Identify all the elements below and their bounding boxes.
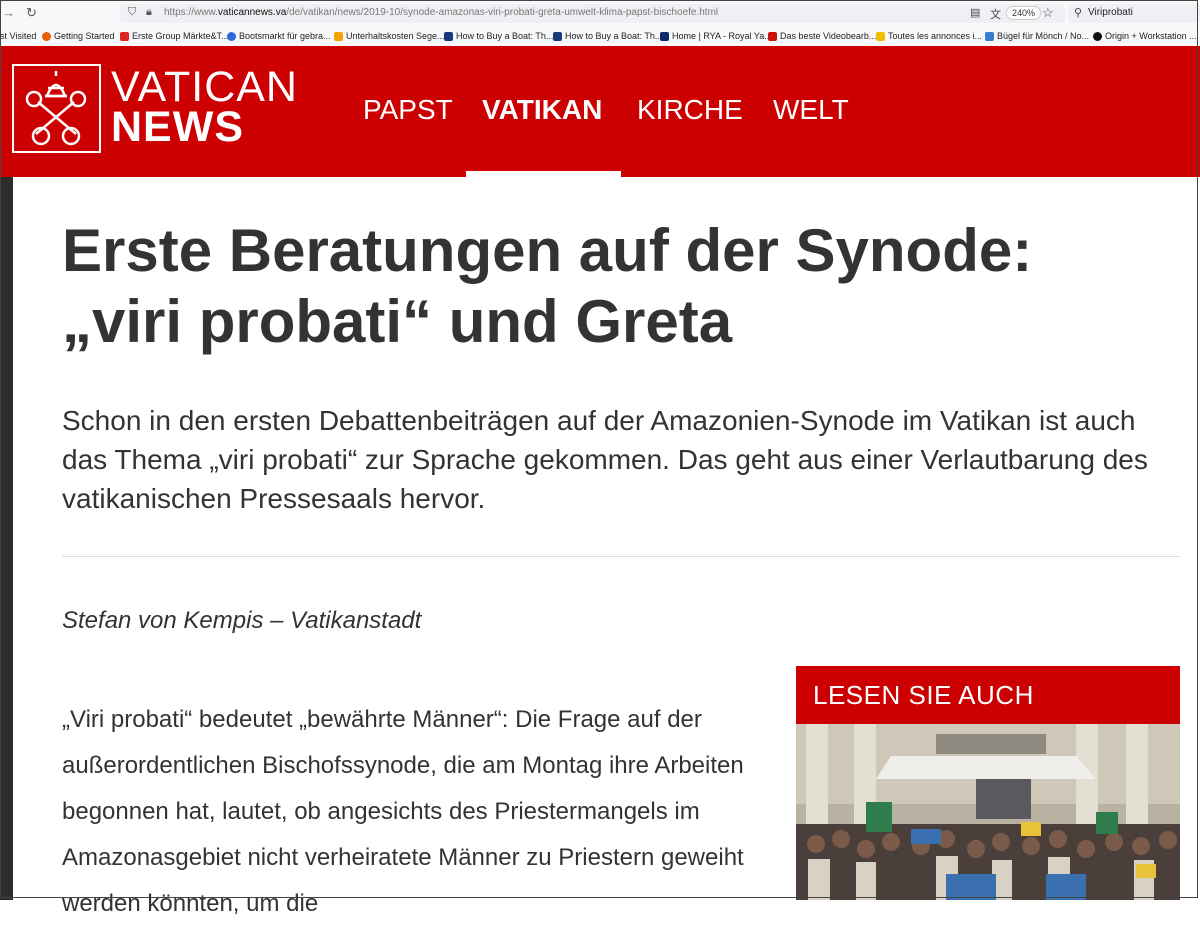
reader-view-icon[interactable]: ▤ (970, 6, 980, 19)
url-text[interactable]: https://www.vaticannews.va/de/vatikan/ne… (164, 7, 718, 18)
origin-icon (1093, 31, 1102, 41)
search-icon: ⚲ (1074, 7, 1083, 19)
url-bar[interactable]: ⛉ 🔒︎ https://www.vaticannews.va/de/vatik… (120, 4, 1065, 23)
bookmark-label: Bügel für Mönch / No... (997, 31, 1090, 41)
bookmark-item[interactable]: Erste Group Märkte&T... (120, 31, 229, 41)
read-also-box[interactable]: LESEN SIE AUCH (796, 666, 1180, 900)
read-also-photo[interactable] (796, 724, 1180, 900)
logo-news-text[interactable]: NEWS (111, 106, 244, 149)
browser-toolbar: → ↻ ⛉ 🔒︎ https://www.vaticannews.va/de/v… (0, 0, 1200, 27)
nav-item-vatikan[interactable]: VATIKAN (482, 94, 602, 126)
bookmark-label: Toutes les annonces i... (888, 31, 983, 41)
bookmark-item[interactable]: Bootsmarkt für gebra... (227, 31, 331, 41)
zoom-level-badge[interactable]: 240% (1006, 6, 1042, 20)
search-input[interactable]: Viriprobati (1088, 7, 1133, 18)
nav-item-papst[interactable]: PAPST (363, 94, 453, 126)
ads-icon (876, 31, 885, 41)
bookmark-label: How to Buy a Boat: Th... (456, 31, 554, 41)
bank-icon (120, 31, 129, 41)
bookmark-item[interactable]: Toutes les annonces i... (876, 31, 982, 41)
bookmark-item[interactable]: How to Buy a Boat: Th... (444, 31, 553, 41)
sail-icon (334, 31, 343, 41)
firefox-icon (42, 31, 51, 41)
headline-line-1: Erste Beratungen auf der Synode: (62, 217, 1033, 284)
bookmark-item[interactable]: Origin + Workstation ... (1093, 31, 1197, 41)
nav-item-welt[interactable]: WELT (773, 94, 849, 126)
bookmark-label: st Visited (0, 31, 37, 41)
bookmark-label: Getting Started (54, 31, 115, 41)
bookmark-label: Unterhaltskosten Sege... (346, 31, 445, 41)
lock-icon[interactable]: 🔒︎ (146, 6, 152, 19)
bookmark-item[interactable]: Unterhaltskosten Sege... (334, 31, 445, 41)
shop-icon (985, 31, 994, 41)
bookmark-label: Origin + Workstation ... (1105, 31, 1197, 41)
video-editor-icon (768, 31, 777, 41)
boat-icon (227, 31, 236, 41)
bookmark-label: Home | RYA - Royal Ya... (672, 31, 772, 41)
bookmark-label: Erste Group Märkte&T... (132, 31, 229, 41)
read-also-title: LESEN SIE AUCH (813, 680, 1034, 710)
bookmark-item[interactable]: st Visited (0, 31, 36, 41)
divider (62, 556, 1180, 557)
bookmarks-bar: st Visited Getting Started Erste Group M… (0, 27, 1200, 47)
bookmark-label: Bootsmarkt für gebra... (239, 31, 331, 41)
bookmark-star-icon[interactable]: ☆ (1042, 5, 1054, 21)
bookmark-item[interactable]: Getting Started (42, 31, 115, 41)
ift-icon (553, 31, 562, 41)
active-nav-indicator (466, 171, 621, 177)
article-author: Stefan von Kempis – Vatikanstadt (62, 607, 422, 634)
left-sidebar-strip (0, 177, 13, 900)
bookmark-label: How to Buy a Boat: Th... (565, 31, 663, 41)
site-header: VATICAN NEWS PAPST VATIKAN KIRCHE WELT (0, 46, 1200, 177)
rya-icon (660, 31, 669, 41)
article-headline: Erste Beratungen auf der Synode: „viri p… (62, 215, 1172, 357)
ift-icon (444, 31, 453, 41)
nav-item-kirche[interactable]: KIRCHE (637, 94, 743, 126)
shield-icon[interactable]: ⛉ (128, 6, 136, 19)
bookmark-item[interactable]: How to Buy a Boat: Th... (553, 31, 662, 41)
vatican-emblem-icon[interactable] (12, 64, 101, 153)
article-lead: Schon in den ersten Debattenbeiträgen au… (62, 405, 1148, 514)
headline-line-2: „viri probati“ und Greta (62, 288, 733, 355)
article-body: „Viri probati“ bedeutet „bewährte Männer… (62, 706, 744, 917)
bookmark-item[interactable]: Home | RYA - Royal Ya... (660, 31, 772, 41)
bookmark-label: Das beste Videobearb... (780, 31, 877, 41)
reload-icon[interactable]: ↻ (26, 5, 37, 21)
translate-icon[interactable]: 文 (990, 6, 1001, 22)
search-box[interactable]: ⚲ Viriprobati (1068, 4, 1200, 23)
bookmark-item[interactable]: Das beste Videobearb... (768, 31, 876, 41)
forward-arrow-icon[interactable]: → (2, 5, 15, 20)
bookmark-item[interactable]: Bügel für Mönch / No... (985, 31, 1089, 41)
